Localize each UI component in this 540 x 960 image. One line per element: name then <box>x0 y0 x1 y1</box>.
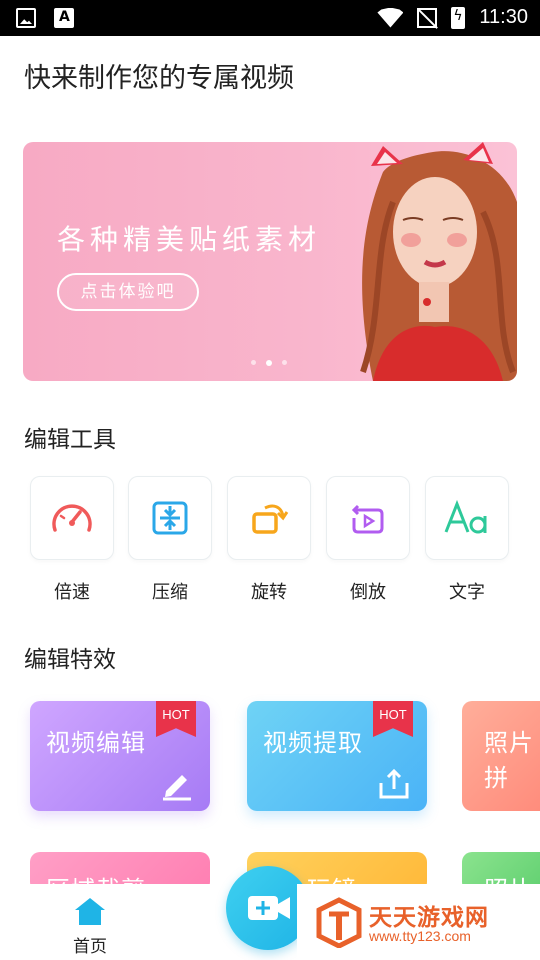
tool-label: 压缩 <box>152 582 188 603</box>
tool-text-tile[interactable] <box>425 476 509 560</box>
watermark-title: 天天游戏网 <box>369 905 489 931</box>
speed-gauge-icon <box>52 504 92 532</box>
watermark-url: www.tty123.com <box>369 928 471 944</box>
wifi-icon <box>377 7 404 28</box>
effect-card-video-extract[interactable]: 视频提取 HOT <box>247 701 427 811</box>
pencil-icon <box>163 775 191 801</box>
home-icon <box>75 898 105 925</box>
tool-rotate[interactable]: 旋转 <box>227 476 311 604</box>
banner-try-button[interactable]: 点击体验吧 <box>57 273 199 311</box>
effect-card-photo[interactable]: 照片拼 <box>462 701 540 811</box>
tool-compress-tile[interactable] <box>128 476 212 560</box>
effect-card-label: 视频提取 <box>263 729 363 757</box>
pagination-dot-active <box>266 360 272 366</box>
pagination-dot <box>251 360 256 365</box>
no-sim-icon <box>417 7 438 28</box>
promo-banner[interactable]: 各种精美贴纸素材 点击体验吧 <box>23 142 517 381</box>
hot-badge: HOT <box>373 701 413 737</box>
tool-text[interactable]: 文字 <box>425 476 509 604</box>
tool-speed-tile[interactable] <box>30 476 114 560</box>
watermark-logo-icon <box>316 897 362 948</box>
nav-tab-home-label: 首页 <box>73 937 107 957</box>
effect-card-label: 视频编辑 <box>46 729 146 757</box>
tool-speed[interactable]: 倍速 <box>30 476 114 604</box>
effect-card-video-edit[interactable]: 视频编辑 HOT <box>30 701 210 811</box>
image-icon <box>16 8 36 28</box>
status-bar: A 11:30 <box>0 0 540 36</box>
font-a-icon: A <box>54 8 74 28</box>
page-title: 快来制作您的专属视频 <box>24 63 294 94</box>
battery-charging-icon <box>451 6 466 29</box>
tool-reverse-tile[interactable] <box>326 476 410 560</box>
banner-pagination <box>251 360 287 366</box>
status-time: 11:30 <box>479 6 528 28</box>
pagination-dot <box>282 360 287 365</box>
tool-label: 旋转 <box>251 582 287 603</box>
nav-tab-home[interactable]: 首页 <box>64 896 116 957</box>
banner-model-image <box>360 142 517 381</box>
tool-compress[interactable]: 压缩 <box>128 476 212 604</box>
upload-icon <box>379 768 409 799</box>
reverse-play-icon <box>351 504 384 534</box>
text-aa-icon <box>444 499 487 534</box>
tool-rotate-tile[interactable] <box>227 476 311 560</box>
tool-label: 文字 <box>449 582 485 603</box>
banner-headline: 各种精美贴纸素材 <box>57 223 322 256</box>
tools-section-title: 编辑工具 <box>24 427 116 453</box>
tool-label: 倒放 <box>350 582 386 603</box>
rotate-icon <box>252 504 289 534</box>
tool-label: 倍速 <box>54 582 90 603</box>
compress-icon <box>152 501 188 535</box>
hot-badge: HOT <box>156 701 196 737</box>
effects-section-title: 编辑特效 <box>24 647 116 673</box>
tools-grid: 倍速 压缩 旋转 倒放 文字 <box>30 476 510 606</box>
tool-reverse[interactable]: 倒放 <box>326 476 410 604</box>
effect-card-label: 照片拼 <box>484 729 534 792</box>
site-watermark: 天天游戏网 www.tty123.com <box>297 884 540 960</box>
